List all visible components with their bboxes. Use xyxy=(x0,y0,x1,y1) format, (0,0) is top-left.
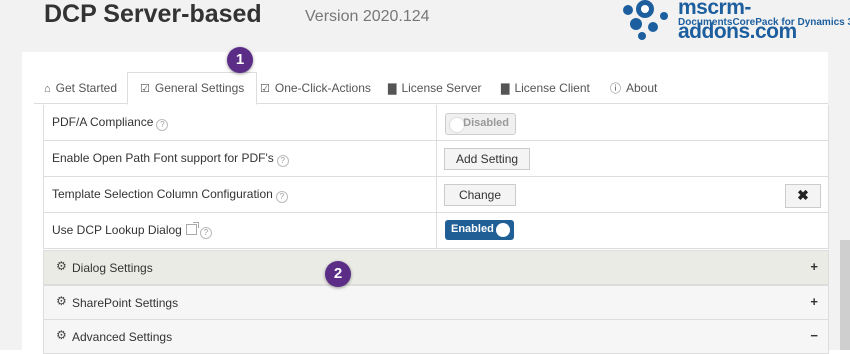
lookup-dialog-toggle[interactable]: Enabled xyxy=(445,220,514,240)
home-icon: ⌂ xyxy=(44,83,51,95)
external-link-icon[interactable] xyxy=(185,222,199,235)
checkbox-edit-icon: ☑ xyxy=(140,83,150,95)
help-icon[interactable]: ? xyxy=(275,191,288,203)
left-gutter xyxy=(0,0,22,350)
setting-label: Template Selection Column Configuration? xyxy=(52,187,288,203)
callout-badge-2: 2 xyxy=(325,261,351,287)
setting-label-text: PDF/A Compliance xyxy=(52,115,154,129)
tab-one-click-actions[interactable]: ☑ One-Click-Actions xyxy=(260,73,371,103)
tab-general-settings[interactable]: ☑ General Settings xyxy=(127,72,258,105)
setting-label-text: Use DCP Lookup Dialog xyxy=(52,223,182,237)
section-dialog-settings[interactable]: ⚙ Dialog Settings + xyxy=(43,250,829,285)
section-sharepoint-settings[interactable]: ⚙ SharePoint Settings + xyxy=(43,285,829,320)
tab-label: Get Started xyxy=(55,81,118,95)
expand-icon[interactable]: + xyxy=(810,259,818,274)
tab-license-client[interactable]: ▇ License Client xyxy=(501,73,590,103)
toggle-state: Enabled xyxy=(451,223,494,235)
checkbox-edit-icon: ☑ xyxy=(260,83,270,95)
tab-label: One-Click-Actions xyxy=(274,81,371,95)
tab-label: License Server xyxy=(401,81,482,95)
section-title: SharePoint Settings xyxy=(72,296,179,310)
logo-mark-icon xyxy=(623,0,668,40)
scrollbar-track[interactable] xyxy=(828,0,850,350)
page-header: DCP Server-based Version 2020.124 mscrm-… xyxy=(22,0,850,52)
callout-badge-1: 1 xyxy=(227,47,253,73)
page-title: DCP Server-based xyxy=(44,0,262,28)
tab-label: License Client xyxy=(514,81,590,95)
document-icon: ▇ xyxy=(388,83,397,95)
column-divider xyxy=(436,141,437,176)
setting-row-pdfa: PDF/A Compliance? Disabled xyxy=(44,105,828,141)
help-icon[interactable]: ? xyxy=(276,155,289,167)
pdfa-toggle[interactable]: Disabled xyxy=(445,113,516,135)
column-divider xyxy=(436,213,437,248)
setting-label: Use DCP Lookup Dialog? xyxy=(52,222,212,239)
document-icon: ▇ xyxy=(501,83,510,95)
gear-icon: ⚙ xyxy=(56,259,67,273)
version-label: Version 2020.124 xyxy=(305,8,430,25)
tab-license-server[interactable]: ▇ License Server xyxy=(388,73,482,103)
section-title: Dialog Settings xyxy=(72,261,153,275)
setting-label: Enable Open Path Font support for PDF's? xyxy=(52,151,289,167)
help-icon[interactable]: ? xyxy=(199,227,212,239)
tab-label: General Settings xyxy=(154,81,245,95)
help-icon[interactable]: ? xyxy=(156,119,169,131)
setting-row-lookup-dialog: Use DCP Lookup Dialog? Enabled xyxy=(44,213,828,249)
scrollbar-thumb[interactable] xyxy=(840,240,850,350)
clear-icon[interactable]: ✖ xyxy=(785,184,821,208)
column-divider xyxy=(436,105,437,140)
info-icon: ⓘ xyxy=(610,83,621,95)
tab-get-started[interactable]: ⌂ Get Started xyxy=(44,73,117,103)
collapse-icon[interactable]: − xyxy=(810,328,818,343)
add-setting-button[interactable]: Add Setting xyxy=(444,148,531,170)
logo-subtitle: DocumentsCorePack for Dynamics 365 xyxy=(678,17,850,28)
section-title: Advanced Settings xyxy=(72,330,173,344)
setting-label: PDF/A Compliance? xyxy=(52,115,169,131)
settings-tabs: ⌂ Get Started ☑ General Settings ☑ One-Clic… xyxy=(34,72,828,105)
tab-label: About xyxy=(626,81,658,95)
setting-row-open-path-font: Enable Open Path Font support for PDF's?… xyxy=(44,141,828,177)
setting-label-text: Template Selection Column Configuration xyxy=(52,187,273,201)
gear-icon: ⚙ xyxy=(56,294,67,308)
section-advanced-settings[interactable]: ⚙ Advanced Settings − xyxy=(43,319,829,354)
setting-label-text: Enable Open Path Font support for PDF's xyxy=(52,151,274,165)
change-button[interactable]: Change xyxy=(444,184,516,206)
toggle-state: Disabled xyxy=(463,117,509,129)
brand-logo: mscrm-addons.com DocumentsCorePack for D… xyxy=(620,0,850,43)
setting-row-template-selection: Template Selection Column Configuration?… xyxy=(44,177,828,213)
expand-icon[interactable]: + xyxy=(810,294,818,309)
column-divider xyxy=(436,177,437,212)
gear-icon: ⚙ xyxy=(56,328,67,342)
toggle-knob xyxy=(496,223,510,237)
tab-about[interactable]: ⓘ About xyxy=(610,73,657,103)
settings-table: PDF/A Compliance? Disabled Enable Open P… xyxy=(43,105,829,249)
